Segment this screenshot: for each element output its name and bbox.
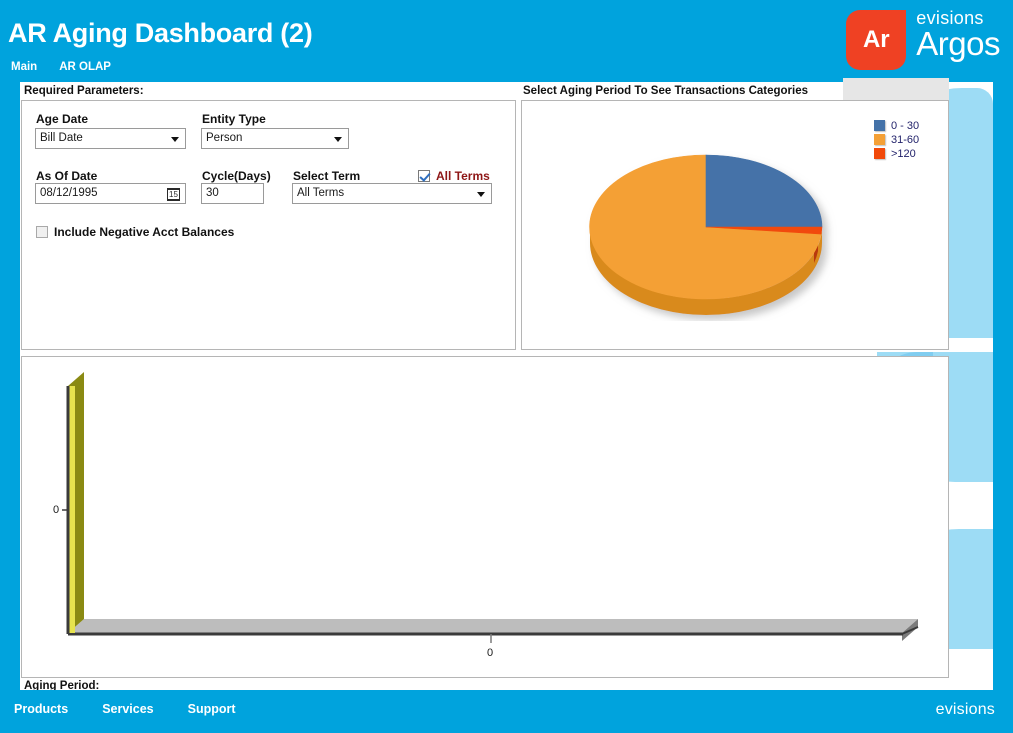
select-term-value: All Terms: [297, 187, 345, 199]
legend-swatch-31-60: [874, 134, 885, 145]
footer-brand-evisions: evisions: [935, 701, 995, 718]
legend-label-over-120: >120: [891, 147, 916, 160]
as-of-date-value: 08/12/1995: [40, 187, 98, 199]
all-terms-label: All Terms: [436, 169, 490, 183]
chevron-down-icon: [477, 192, 485, 197]
calendar-icon[interactable]: 15: [167, 188, 180, 201]
select-term-label: Select Term: [293, 169, 361, 183]
legend-label-0-30: 0 - 30: [891, 119, 920, 132]
select-term-select[interactable]: All Terms: [292, 183, 492, 204]
footer-nav: Products Services Support: [14, 702, 236, 716]
footer-link-products[interactable]: Products: [14, 702, 68, 716]
cycle-days-label: Cycle(Days): [202, 169, 271, 183]
legend-label-31-60: 31-60: [891, 133, 920, 146]
legend-item[interactable]: 0 - 30: [874, 119, 919, 132]
all-terms-checkbox[interactable]: [418, 170, 430, 182]
pie-legend: 0 - 30 31-60 >120: [874, 119, 919, 161]
nav-item-main[interactable]: Main: [11, 61, 37, 73]
include-negative-label: Include Negative Acct Balances: [54, 225, 235, 239]
y-axis-tick-label: 0: [53, 504, 60, 516]
dashboard-page: AR Aging Dashboard (2) Main AR OLAP Ar e…: [0, 0, 1013, 733]
entity-type-value: Person: [206, 132, 243, 144]
cycle-days-value: 30: [206, 187, 219, 199]
include-negative-checkbox[interactable]: [36, 226, 48, 238]
argos-logo-mark-label: Ar: [862, 26, 890, 53]
age-date-label: Age Date: [36, 112, 89, 126]
footer-link-support[interactable]: Support: [188, 702, 236, 716]
pie-chart-svg[interactable]: [582, 131, 842, 321]
chevron-down-icon: [334, 137, 342, 142]
right-blue-rail: [993, 0, 1013, 690]
legend-item[interactable]: 31-60: [874, 133, 919, 146]
brand-argos: Argos: [916, 25, 1000, 62]
pie-slice-0-30[interactable]: [705, 154, 823, 228]
chart-floor-top: [68, 619, 918, 633]
aging-pie-panel: 0 - 30 31-60 >120: [521, 100, 949, 350]
all-terms-checkbox-row[interactable]: All Terms: [418, 169, 490, 183]
header-nav: Main AR OLAP: [11, 61, 111, 73]
x-axis-tick-label: 0: [487, 647, 494, 659]
argos-logo-wordmark: evisions Argos: [916, 7, 1000, 62]
entity-type-select[interactable]: Person: [201, 128, 349, 149]
legend-item[interactable]: >120: [874, 147, 919, 160]
footer-link-services[interactable]: Services: [102, 702, 153, 716]
legend-swatch-0-30: [874, 120, 885, 131]
left-blue-rail: [0, 0, 20, 690]
as-of-date-input[interactable]: 08/12/1995 15: [35, 183, 186, 204]
nav-item-ar-olap[interactable]: AR OLAP: [59, 61, 111, 73]
age-date-select[interactable]: Bill Date: [35, 128, 186, 149]
top-right-grey-stub: [843, 78, 949, 100]
page-header: AR Aging Dashboard (2) Main AR OLAP Ar e…: [0, 0, 1013, 82]
as-of-date-label: As Of Date: [36, 169, 98, 183]
page-footer: Products Services Support evisions: [0, 690, 1013, 733]
required-parameters-panel: Age Date Bill Date Entity Type Person As…: [21, 100, 516, 350]
cycle-days-input[interactable]: 30: [201, 183, 264, 204]
aging-bar-chart-panel: 0 0: [21, 356, 949, 678]
required-parameters-label: Required Parameters:: [24, 85, 144, 97]
argos-logo: Ar evisions Argos: [846, 7, 1000, 75]
include-negative-checkbox-row[interactable]: Include Negative Acct Balances: [36, 225, 234, 239]
bar-chart-3d[interactable]: [22, 357, 948, 677]
chevron-down-icon: [171, 137, 179, 142]
argos-logo-mark-icon: Ar: [846, 10, 907, 70]
entity-type-label: Entity Type: [202, 112, 266, 126]
page-title: AR Aging Dashboard (2): [8, 18, 313, 48]
legend-swatch-over-120: [874, 148, 885, 159]
bar-chart-svg[interactable]: [22, 357, 948, 677]
aging-period-section-label: Select Aging Period To See Transactions …: [523, 85, 809, 97]
age-date-value: Bill Date: [40, 132, 83, 144]
aging-pie-chart[interactable]: [582, 131, 842, 321]
